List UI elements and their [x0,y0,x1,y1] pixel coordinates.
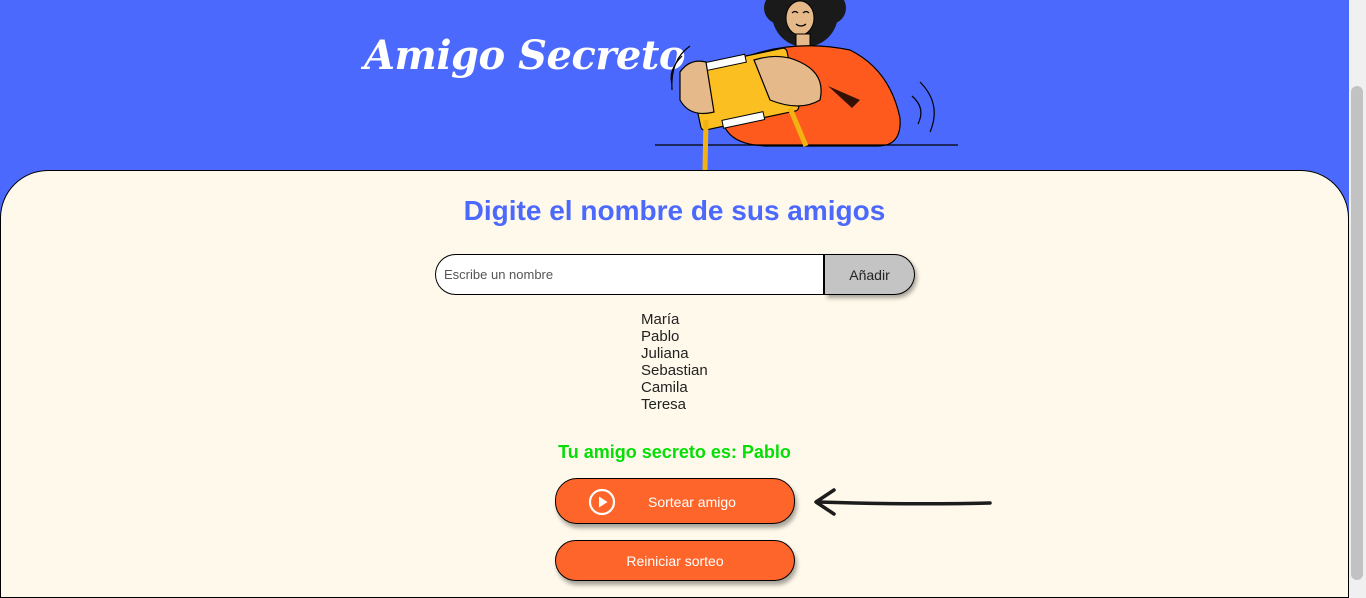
list-item: Camila [641,379,688,396]
list-item: Pablo [641,328,680,345]
list-item: Juliana [641,345,689,362]
add-friend-form: Añadir [435,254,915,295]
add-button[interactable]: Añadir [825,254,915,295]
draw-button-label: Sortear amigo [648,494,736,510]
page-title: Amigo Secreto [364,32,686,79]
header: Amigo Secreto [0,0,1349,175]
list-item: María [641,311,680,328]
reset-button[interactable]: Reiniciar sorteo [555,540,795,581]
arrow-left-icon [814,488,992,516]
list-item: Teresa [641,396,687,413]
friend-list: María Pablo Juliana Sebastian Camila Ter… [641,311,708,413]
scrollbar-thumb[interactable] [1351,86,1363,580]
result-text: Tu amigo secreto es: Pablo [558,442,791,462]
scrollbar[interactable] [1349,0,1366,598]
play-circle-icon [588,488,616,516]
illustration [655,0,958,171]
name-input[interactable] [435,254,825,295]
list-item: Sebastian [641,362,708,379]
section-heading: Digite el nombre de sus amigos [463,195,886,226]
draw-button[interactable]: Sortear amigo [555,478,795,524]
